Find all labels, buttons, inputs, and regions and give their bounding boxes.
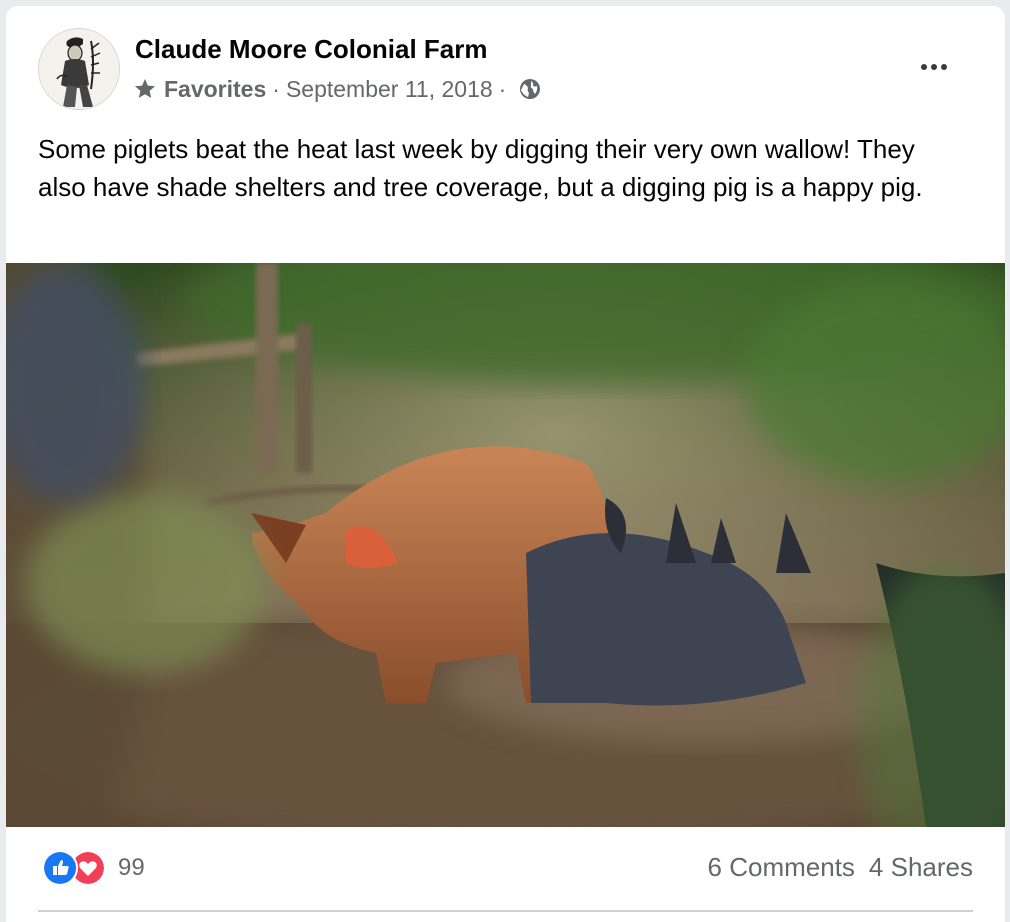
globe-icon[interactable] xyxy=(518,77,542,101)
more-dot-icon xyxy=(921,64,927,70)
audience-favorites-link[interactable]: Favorites xyxy=(164,76,266,103)
page-name-link[interactable]: Claude Moore Colonial Farm xyxy=(135,34,488,65)
post-meta: Favorites · September 11, 2018 · xyxy=(133,74,542,104)
post-timestamp[interactable]: September 11, 2018 xyxy=(286,76,493,103)
reactions-summary[interactable]: 99 xyxy=(42,850,145,886)
like-reaction-icon xyxy=(42,850,78,886)
more-dot-icon xyxy=(931,64,937,70)
engagement-counts: 6 Comments 4 Shares xyxy=(708,852,973,883)
more-options-button[interactable] xyxy=(914,52,954,82)
shares-count-link[interactable]: 4 Shares xyxy=(869,852,973,883)
page-avatar[interactable] xyxy=(38,28,120,110)
post-text: Some piglets beat the heat last week by … xyxy=(38,134,923,202)
meta-separator: · xyxy=(498,75,507,102)
more-dot-icon xyxy=(941,64,947,70)
reaction-count: 99 xyxy=(118,854,145,881)
post-photo[interactable] xyxy=(6,263,1005,827)
footer-divider xyxy=(38,910,973,912)
comments-count-link[interactable]: 6 Comments xyxy=(708,852,855,883)
post-card: Claude Moore Colonial Farm Favorites · S… xyxy=(6,6,1005,922)
star-icon xyxy=(135,79,155,98)
meta-separator: · xyxy=(272,75,280,102)
